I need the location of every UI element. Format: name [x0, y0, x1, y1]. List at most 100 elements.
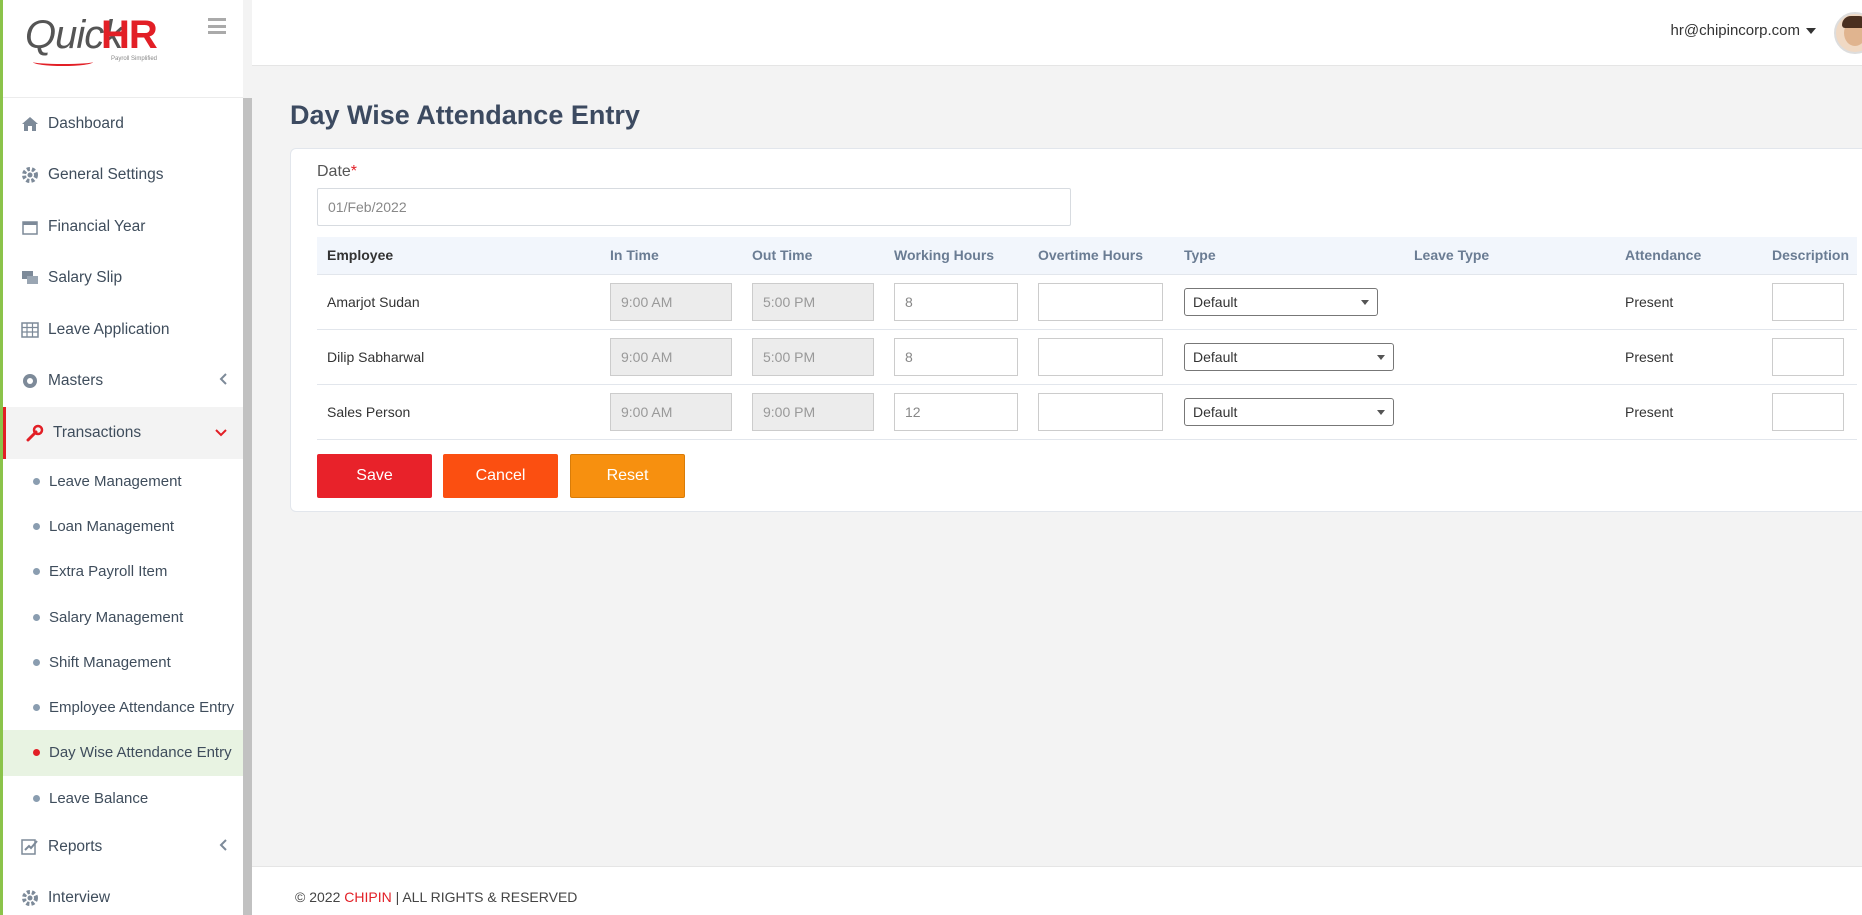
overtime-hours-input[interactable]	[1038, 392, 1163, 431]
save-button[interactable]: Save	[317, 454, 432, 498]
table-row: Amarjot Sudan 9:00 AM 5:00 PM 8 Default …	[317, 274, 1857, 330]
sidebar-subitem-extra-payroll-item[interactable]: Extra Payroll Item	[3, 549, 243, 594]
employee-name: Sales Person	[317, 384, 600, 440]
attendance-status: Present	[1615, 329, 1762, 385]
working-hours-input[interactable]: 8	[894, 337, 1018, 376]
col-leave-type: Leave Type	[1404, 237, 1615, 275]
sidebar-item-leave-application[interactable]: Leave Application	[3, 304, 243, 356]
chevron-left-icon	[219, 372, 227, 390]
type-select[interactable]: Default	[1184, 287, 1378, 316]
cancel-button[interactable]: Cancel	[443, 454, 558, 498]
reset-button[interactable]: Reset	[570, 454, 685, 498]
sidebar-item-label: Financial Year	[48, 217, 146, 235]
sidebar-subitem-label: Loan Management	[49, 517, 175, 535]
bullet-icon	[33, 522, 40, 530]
type-select[interactable]: Default	[1184, 397, 1394, 426]
col-out-time: Out Time	[742, 237, 884, 275]
sidebar-item-label: Masters	[48, 372, 104, 390]
attendance-card: Date* 01/Feb/2022 Employee In Time Out T…	[290, 148, 1862, 512]
menu-toggle-icon[interactable]	[208, 18, 226, 34]
sidebar-item-label: Interview	[48, 889, 111, 907]
description-input[interactable]	[1772, 392, 1844, 431]
attendance-status: Present	[1615, 274, 1762, 330]
sidebar-item-label: General Settings	[48, 166, 164, 184]
employee-name: Dilip Sabharwal	[317, 329, 600, 385]
user-email: hr@chipincorp.com	[1670, 22, 1800, 39]
sidebar-item-general-settings[interactable]: General Settings	[3, 150, 243, 202]
top-bar: hr@chipincorp.com	[252, 0, 1862, 66]
working-hours-input[interactable]: 8	[894, 282, 1018, 321]
calendar-icon	[21, 218, 39, 236]
sidebar-subitem-label: Leave Balance	[49, 789, 149, 807]
col-overtime-hours: Overtime Hours	[1028, 237, 1174, 275]
dropdown-arrow-icon	[1361, 299, 1369, 305]
cog-icon	[21, 372, 39, 390]
sidebar-item-label: Leave Application	[48, 320, 170, 338]
bullet-icon	[33, 794, 40, 802]
sidebar-item-label: Reports	[48, 837, 103, 855]
footer-brand-link[interactable]: CHIPIN	[344, 889, 391, 905]
attendance-table: Employee In Time Out Time Working Hours …	[317, 237, 1857, 440]
bullet-icon	[33, 568, 40, 576]
report-icon	[21, 838, 39, 856]
bullet-icon	[33, 613, 40, 621]
sidebar-subitem-leave-management[interactable]: Leave Management	[3, 459, 243, 504]
sidebar-item-label: Salary Slip	[48, 269, 123, 287]
page-title: Day Wise Attendance Entry	[290, 100, 640, 130]
logo-text-hr: HR	[101, 13, 158, 57]
sidebar-item-dashboard[interactable]: Dashboard	[3, 98, 243, 150]
description-input[interactable]	[1772, 337, 1844, 376]
sidebar-scrollbar[interactable]	[243, 98, 252, 915]
sidebar-menu: Dashboard General Settings Financial Yea…	[3, 98, 243, 915]
app-logo[interactable]: Quick HR Payroll Simplified	[25, 12, 160, 66]
gear-icon	[21, 889, 39, 907]
description-input[interactable]	[1772, 282, 1844, 321]
type-select-value: Default	[1193, 403, 1238, 420]
chevron-left-icon	[219, 838, 227, 856]
sidebar-subitem-label: Employee Attendance Entry	[49, 699, 235, 717]
sidebar-subitem-day-wise-attendance-entry[interactable]: Day Wise Attendance Entry	[3, 730, 243, 776]
sidebar-subitem-label: Extra Payroll Item	[49, 563, 168, 581]
sidebar: Quick HR Payroll Simplified Dashboard Ge…	[0, 0, 252, 915]
attendance-status: Present	[1615, 384, 1762, 440]
table-row: Sales Person 9:00 AM 9:00 PM 12 Default …	[317, 384, 1857, 440]
col-in-time: In Time	[600, 237, 742, 275]
sidebar-subitem-loan-management[interactable]: Loan Management	[3, 504, 243, 549]
working-hours-input[interactable]: 12	[894, 392, 1018, 431]
sidebar-subitem-salary-management[interactable]: Salary Management	[3, 594, 243, 639]
sidebar-item-reports[interactable]: Reports	[3, 821, 243, 873]
date-input[interactable]: 01/Feb/2022	[317, 188, 1071, 226]
col-employee: Employee	[317, 237, 600, 275]
leave-type-cell	[1404, 329, 1615, 385]
sidebar-subitem-shift-management[interactable]: Shift Management	[3, 640, 243, 685]
col-type: Type	[1174, 237, 1404, 275]
table-header-row: Employee In Time Out Time Working Hours …	[317, 237, 1857, 275]
sidebar-item-transactions[interactable]: Transactions	[3, 407, 243, 459]
sidebar-subitem-employee-attendance-entry[interactable]: Employee Attendance Entry	[3, 685, 243, 730]
type-select[interactable]: Default	[1184, 342, 1394, 371]
bullet-icon	[33, 658, 40, 666]
overtime-hours-input[interactable]	[1038, 337, 1163, 376]
avatar[interactable]	[1834, 12, 1862, 54]
employee-name: Amarjot Sudan	[317, 274, 600, 330]
footer-suffix: | ALL RIGHTS & RESERVED	[391, 889, 578, 905]
footer-prefix: © 2022	[295, 889, 345, 905]
wrench-icon	[26, 424, 44, 442]
sidebar-item-financial-year[interactable]: Financial Year	[3, 201, 243, 253]
sidebar-item-label: Dashboard	[48, 114, 124, 132]
sidebar-item-masters[interactable]: Masters	[3, 356, 243, 408]
dropdown-arrow-icon	[1377, 409, 1385, 415]
sidebar-item-interview[interactable]: Interview	[3, 872, 243, 915]
gear-icon	[21, 166, 39, 184]
in-time-input: 9:00 AM	[610, 282, 732, 321]
sidebar-subitem-leave-balance[interactable]: Leave Balance	[3, 776, 243, 821]
footer: © 2022 CHIPIN | ALL RIGHTS & RESERVED	[252, 866, 1862, 915]
sidebar-subitem-label: Shift Management	[49, 653, 171, 671]
sidebar-item-salary-slip[interactable]: Salary Slip	[3, 253, 243, 305]
overtime-hours-input[interactable]	[1038, 282, 1163, 321]
leave-type-cell	[1404, 274, 1615, 330]
user-menu[interactable]: hr@chipincorp.com	[1671, 22, 1816, 39]
logo-swoosh	[33, 58, 93, 66]
bullet-icon	[33, 704, 40, 712]
date-label: Date*	[317, 163, 358, 180]
